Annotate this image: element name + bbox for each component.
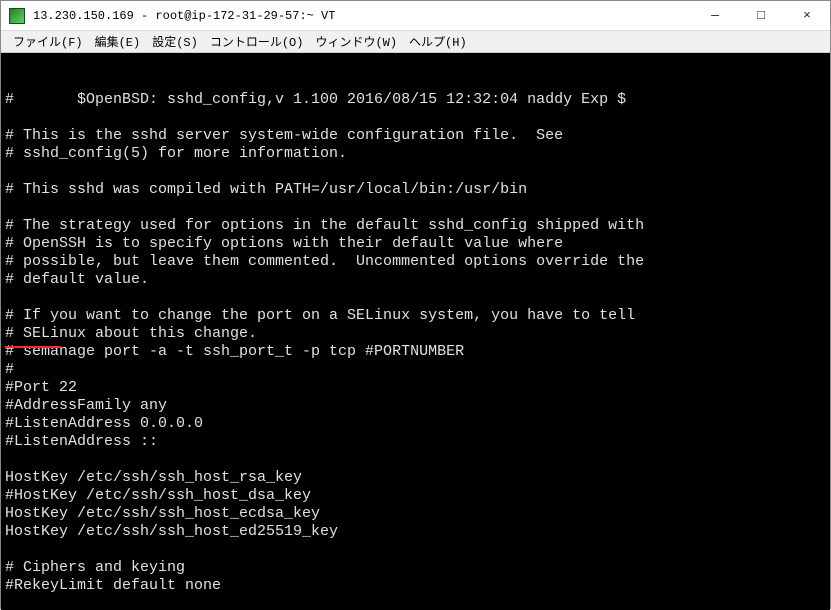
menu-file[interactable]: ファイル(F) [7, 31, 89, 52]
terminal-line [5, 199, 826, 217]
terminal-line: # The strategy used for options in the d… [5, 217, 826, 235]
terminal-line: HostKey /etc/ssh/ssh_host_rsa_key [5, 469, 826, 487]
terminal-line: #AddressFamily any [5, 397, 826, 415]
menu-bar: ファイル(F) 編集(E) 設定(S) コントロール(O) ウィンドウ(W) ヘ… [1, 31, 830, 53]
minimize-button[interactable]: — [692, 1, 738, 31]
terminal-line [5, 163, 826, 181]
terminal-output[interactable]: # $OpenBSD: sshd_config,v 1.100 2016/08/… [1, 53, 830, 610]
terminal-line [5, 541, 826, 559]
app-icon [9, 8, 25, 24]
maximize-button[interactable]: □ [738, 1, 784, 31]
terminal-line: HostKey /etc/ssh/ssh_host_ed25519_key [5, 523, 826, 541]
window-titlebar: 13.230.150.169 - root@ip-172-31-29-57:~ … [1, 1, 830, 31]
menu-edit[interactable]: 編集(E) [89, 31, 147, 52]
terminal-line: # default value. [5, 271, 826, 289]
window-title: 13.230.150.169 - root@ip-172-31-29-57:~ … [33, 9, 692, 23]
terminal-line: # If you want to change the port on a SE… [5, 307, 826, 325]
menu-control[interactable]: コントロール(O) [204, 31, 310, 52]
terminal-line: # This sshd was compiled with PATH=/usr/… [5, 181, 826, 199]
terminal-line [5, 451, 826, 469]
terminal-line [5, 109, 826, 127]
terminal-line [5, 595, 826, 610]
terminal-line: HostKey /etc/ssh/ssh_host_ecdsa_key [5, 505, 826, 523]
terminal-line: # SELinux about this change. [5, 325, 826, 343]
terminal-line [5, 289, 826, 307]
terminal-line: #HostKey /etc/ssh/ssh_host_dsa_key [5, 487, 826, 505]
close-button[interactable]: × [784, 1, 830, 31]
terminal-line: #Port 22 [5, 379, 826, 397]
terminal-line: #ListenAddress 0.0.0.0 [5, 415, 826, 433]
terminal-line: # Ciphers and keying [5, 559, 826, 577]
terminal-line: #RekeyLimit default none [5, 577, 826, 595]
terminal-line: # OpenSSH is to specify options with the… [5, 235, 826, 253]
menu-help[interactable]: ヘルプ(H) [403, 31, 473, 52]
terminal-line: # possible, but leave them commented. Un… [5, 253, 826, 271]
terminal-line: # semanage port -a -t ssh_port_t -p tcp … [5, 343, 826, 361]
menu-window[interactable]: ウィンドウ(W) [309, 31, 403, 52]
terminal-line: # $OpenBSD: sshd_config,v 1.100 2016/08/… [5, 91, 826, 109]
menu-settings[interactable]: 設定(S) [146, 31, 204, 52]
terminal-line: # [5, 361, 826, 379]
terminal-line: #ListenAddress :: [5, 433, 826, 451]
terminal-line: # sshd_config(5) for more information. [5, 145, 826, 163]
terminal-line: # This is the sshd server system-wide co… [5, 127, 826, 145]
